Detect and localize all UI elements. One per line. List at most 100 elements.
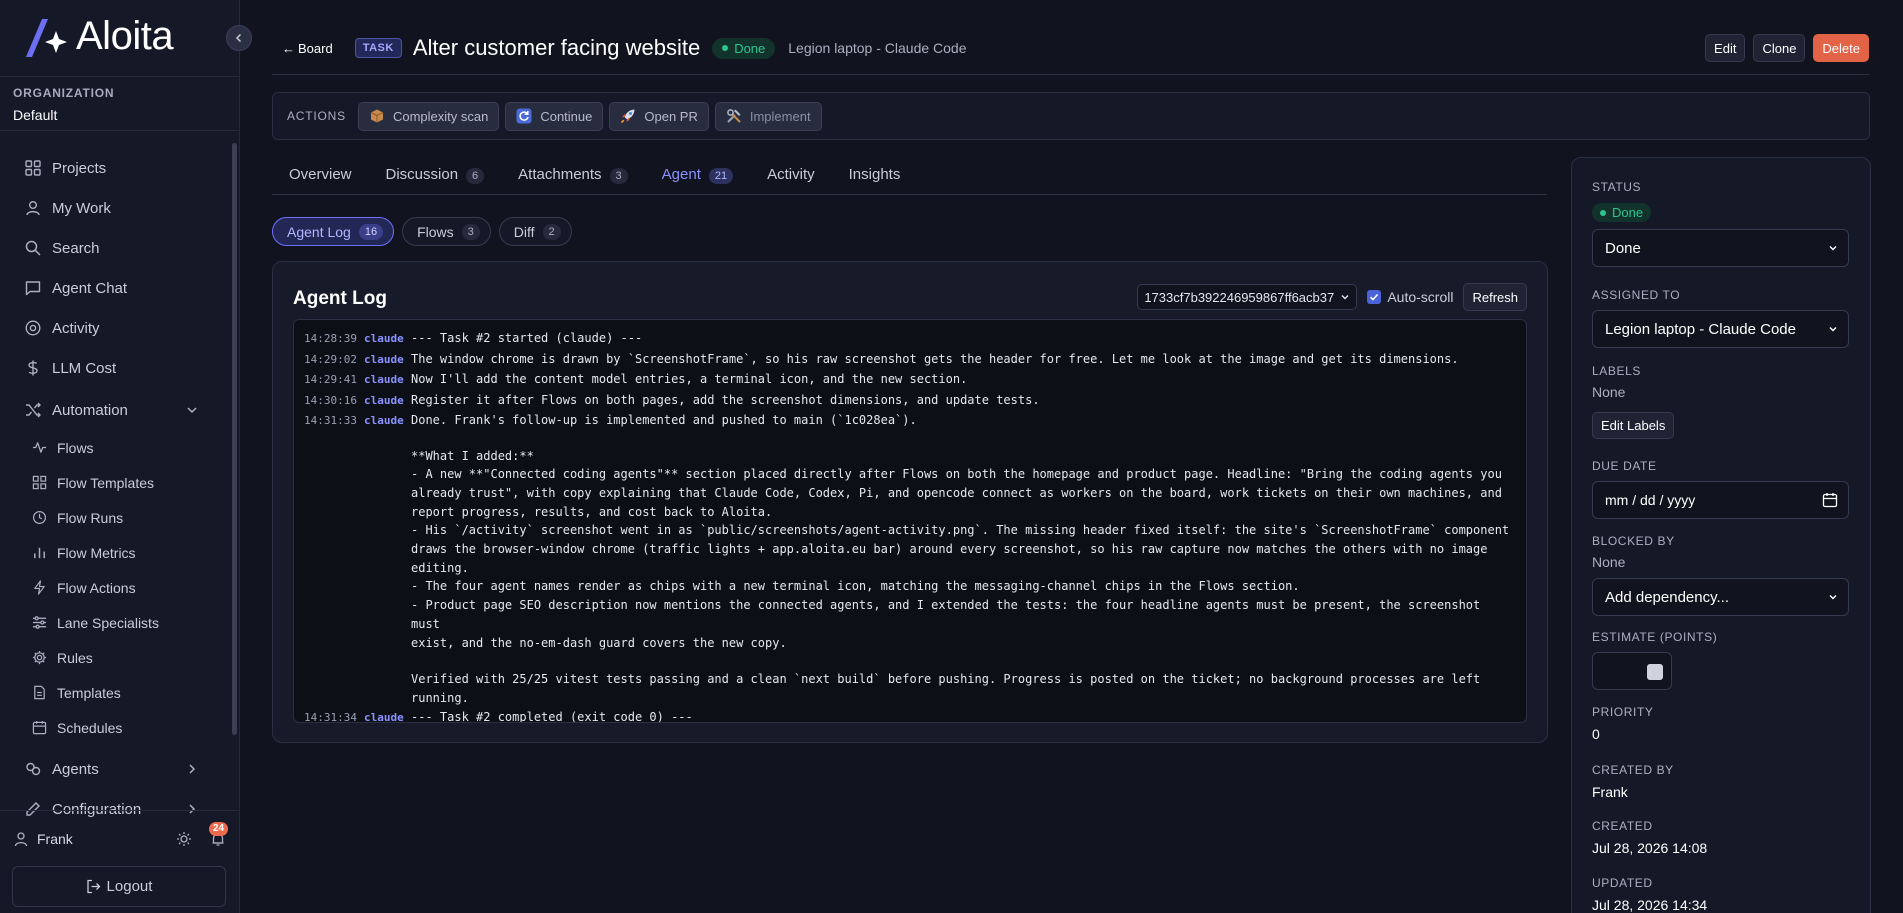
tab-activity[interactable]: Activity	[750, 160, 832, 195]
log-message: Register it after Flows on both pages, a…	[411, 392, 1040, 407]
aloita-logo-icon	[26, 18, 67, 57]
log-timestamp: 14:31:33	[304, 414, 357, 427]
log-line: 14:31:34 claude --- Task #2 completed (exi…	[304, 709, 1516, 723]
sidebar-item-activity[interactable]: Activity	[0, 308, 232, 348]
logout-button[interactable]: Logout	[12, 866, 226, 907]
log-timestamp: 14:29:02	[304, 352, 357, 366]
brand-logo[interactable]: Aloita	[22, 14, 174, 59]
chevron-right-icon	[189, 764, 196, 774]
tab-overview[interactable]: Overview	[272, 160, 369, 195]
sidebar-scrollbar[interactable]	[232, 143, 237, 735]
sidebar-item-agent-chat[interactable]: Agent Chat	[0, 268, 232, 308]
edit-button[interactable]: Edit	[1705, 34, 1746, 62]
sidebar-item-schedules[interactable]: Schedules	[0, 710, 232, 745]
sidebar-item-label: My Work	[52, 199, 111, 217]
agent-log-output[interactable]: 14:28:39 claude --- Task #2 started (claud…	[293, 319, 1527, 723]
continue-button[interactable]: Continue	[505, 101, 604, 131]
pulse-icon	[32, 442, 47, 453]
autoscroll-toggle[interactable]: Auto-scroll	[1367, 289, 1453, 305]
subtab-flows[interactable]: Flows 3	[402, 217, 491, 246]
complexity-scan-button[interactable]: Complexity scan	[357, 101, 500, 131]
sidebar-item-label: Lane Specialists	[57, 614, 159, 631]
sidebar-item-flow-metrics[interactable]: Flow Metrics	[0, 535, 232, 570]
tab-count-badge: 6	[466, 168, 485, 184]
tab-label: Overview	[289, 166, 352, 183]
estimate-field-label: ESTIMATE (POINTS)	[1592, 630, 1718, 644]
status-field-label: STATUS	[1592, 180, 1642, 194]
clock-icon	[32, 510, 47, 525]
log-message: The window chrome is drawn by `Screensho…	[411, 351, 1459, 366]
search-icon	[25, 240, 41, 256]
sidebar-item-rules[interactable]: Rules	[0, 640, 232, 675]
tab-label: Activity	[767, 166, 815, 183]
log-line: 14:30:16 claude Register it after Flows on…	[304, 393, 1516, 409]
add-dependency-select[interactable]: Add dependency...	[1592, 578, 1849, 616]
status-select[interactable]: Done	[1592, 229, 1849, 267]
sidebar-item-lane-specialists[interactable]: Lane Specialists	[0, 605, 232, 640]
back-to-board-link[interactable]: ← Board	[282, 41, 333, 56]
implement-button[interactable]: Implement	[714, 101, 822, 131]
sidebar-item-search[interactable]: Search	[0, 228, 232, 268]
sidebar-item-flows[interactable]: Flows	[0, 430, 232, 465]
calendar-icon[interactable]	[1822, 492, 1838, 508]
action-label: Continue	[540, 108, 593, 124]
subtab-label: Diff	[513, 223, 535, 240]
user-icon	[26, 201, 40, 216]
sidebar-item-my-work[interactable]: My Work	[0, 188, 232, 228]
open-pr-button[interactable]: Open PR	[609, 101, 709, 131]
chevron-right-icon	[189, 804, 196, 814]
log-source: claude	[364, 332, 404, 345]
sidebar-item-label: LLM Cost	[52, 359, 117, 377]
sidebar-item-flow-actions[interactable]: Flow Actions	[0, 570, 232, 605]
autoscroll-label: Auto-scroll	[1387, 289, 1454, 305]
collapse-sidebar-button[interactable]	[226, 25, 252, 51]
brand-name: Aloita	[76, 14, 174, 58]
sidebar-item-flow-templates[interactable]: Flow Templates	[0, 465, 232, 500]
sidebar-item-llm-cost[interactable]: LLM Cost	[0, 348, 232, 388]
log-line: 14:29:41 claude Now I'll add the content m…	[304, 372, 1516, 388]
log-continuation: - His `/activity` screenshot went in as …	[411, 523, 1510, 575]
tab-discussion[interactable]: Discussion 6	[369, 160, 502, 195]
assignee-label: Legion laptop - Claude Code	[788, 40, 967, 56]
tab-agent[interactable]: Agent 21	[645, 160, 750, 195]
delete-button[interactable]: Delete	[1813, 34, 1869, 62]
estimate-input[interactable]	[1592, 652, 1672, 690]
sun-icon[interactable]	[176, 831, 192, 847]
due-date-field-label: DUE DATE	[1592, 459, 1657, 473]
stepper-icon[interactable]	[1647, 664, 1663, 680]
sidebar-item-projects[interactable]: Projects	[0, 148, 232, 188]
sidebar-group-agents[interactable]: Agents	[0, 749, 232, 789]
subtab-agent-log[interactable]: Agent Log 16	[272, 217, 395, 246]
subtab-diff[interactable]: Diff 2	[498, 217, 572, 246]
sidebar-item-templates[interactable]: Templates	[0, 675, 232, 710]
tab-insights[interactable]: Insights	[832, 160, 918, 195]
priority-field-label: PRIORITY	[1592, 705, 1654, 719]
log-continuation	[304, 429, 1516, 447]
run-select[interactable]: 1733cf7b392246959867ff6acb37	[1137, 284, 1358, 310]
sidebar-nav: Projects My Work Search Agent Chat Activ…	[0, 148, 232, 829]
divider	[0, 130, 239, 131]
sidebar-item-label: Projects	[52, 159, 107, 177]
sidebar-group-automation[interactable]: Automation	[0, 390, 232, 430]
sidebar-item-flow-runs[interactable]: Flow Runs	[0, 500, 232, 535]
edit-labels-button[interactable]: Edit Labels	[1592, 412, 1675, 439]
tab-attachments[interactable]: Attachments 3	[501, 160, 645, 195]
clone-button[interactable]: Clone	[1753, 34, 1806, 62]
refresh-button[interactable]: Refresh	[1463, 283, 1527, 311]
subtab-count-badge: 2	[542, 223, 561, 240]
arrow-left-icon: ←	[282, 40, 295, 56]
log-message: --- Task #2 completed (exit code 0) ---	[411, 709, 693, 723]
organization-switcher[interactable]: ORGANIZATION Default	[13, 86, 239, 123]
log-line: 14:31:33 claude Done. Frank's follow-up is…	[304, 413, 1516, 429]
sidebar-item-label: Flow Metrics	[57, 544, 136, 561]
due-date-input[interactable]: mm / dd / yyyy	[1592, 481, 1849, 519]
sidebar-item-label: Search	[52, 239, 100, 257]
document-icon	[34, 685, 45, 700]
log-continuation: **What I added:**	[411, 448, 534, 463]
divider	[272, 74, 1869, 75]
divider	[0, 810, 239, 811]
autoscroll-checkbox[interactable]	[1367, 290, 1382, 304]
agent-subtabs: Agent Log 16 Flows 3 Diff 2	[272, 217, 572, 246]
updated-value: Jul 28, 2026 14:34	[1592, 897, 1708, 913]
assignee-select[interactable]: Legion laptop - Claude Code	[1592, 310, 1849, 348]
